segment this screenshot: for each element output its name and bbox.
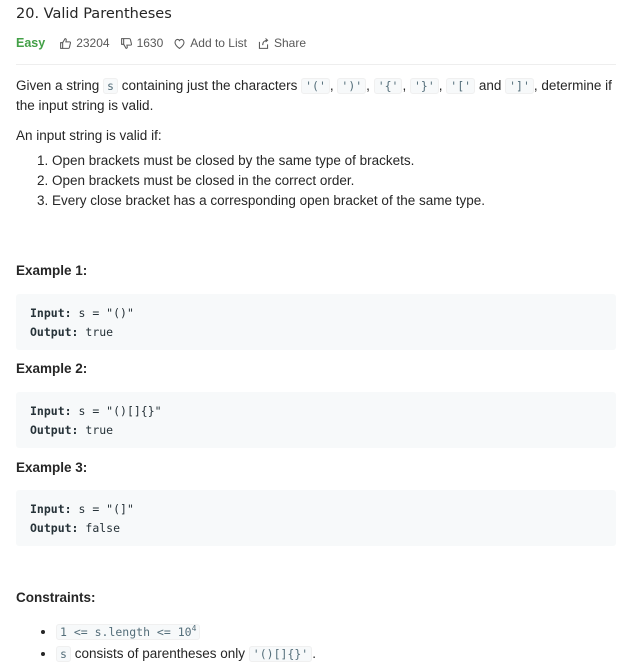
like-button[interactable]: 23204 bbox=[59, 36, 110, 50]
output-label: Output: bbox=[30, 521, 79, 535]
desc-text: and bbox=[475, 78, 506, 93]
add-to-list-button[interactable]: Add to List bbox=[173, 36, 247, 50]
input-label: Input: bbox=[30, 502, 72, 516]
output-value: true bbox=[85, 423, 114, 437]
inline-code: '()[]{}' bbox=[248, 645, 313, 662]
difficulty-badge: Easy bbox=[16, 36, 46, 50]
inline-code: '[' bbox=[446, 78, 476, 94]
inline-code: ']' bbox=[505, 78, 534, 94]
desc-text: , bbox=[366, 78, 374, 93]
header-divider bbox=[16, 64, 616, 65]
example-3-block: Input: s = "(]" Output: false bbox=[16, 490, 616, 546]
constraint-code: 1 <= s.length <= 10 bbox=[60, 624, 192, 639]
constraint-exponent: 4 bbox=[191, 624, 197, 633]
constraints-list: 1 <= s.length <= 104 s consists of paren… bbox=[16, 618, 316, 665]
share-button[interactable]: Share bbox=[257, 36, 306, 50]
rule-item: Every close bracket has a corresponding … bbox=[52, 191, 485, 211]
input-value: s = "()" bbox=[78, 306, 134, 320]
inline-code: '}' bbox=[409, 78, 439, 94]
input-label: Input: bbox=[30, 404, 72, 418]
example-2-title: Example 2: bbox=[16, 361, 88, 376]
constraint-item: 1 <= s.length <= 104 bbox=[56, 618, 316, 643]
problem-description: Given a string s containing just the cha… bbox=[16, 76, 616, 116]
inline-code: s bbox=[56, 645, 71, 662]
share-icon bbox=[258, 37, 269, 49]
inline-code: s bbox=[103, 78, 118, 94]
inline-code: 1 <= s.length <= 104 bbox=[56, 623, 201, 640]
dislike-button[interactable]: 1630 bbox=[120, 36, 164, 50]
desc-text: Given a string bbox=[16, 78, 104, 93]
example-3-title: Example 3: bbox=[16, 460, 88, 475]
input-label: Input: bbox=[30, 306, 72, 320]
heart-icon bbox=[174, 38, 185, 49]
inline-code: ')' bbox=[337, 78, 367, 94]
example-1-title: Example 1: bbox=[16, 263, 88, 278]
constraints-title: Constraints: bbox=[16, 590, 96, 605]
input-value: s = "(]" bbox=[78, 502, 134, 516]
constraint-item: s consists of parentheses only '()[]{}'. bbox=[56, 643, 316, 665]
rule-item: Open brackets must be closed by the same… bbox=[52, 151, 485, 171]
inline-code: '(' bbox=[301, 78, 330, 94]
desc-text: , bbox=[402, 78, 410, 93]
output-label: Output: bbox=[30, 325, 79, 339]
output-label: Output: bbox=[30, 423, 79, 437]
rule-item: Open brackets must be closed in the corr… bbox=[52, 171, 485, 191]
output-value: true bbox=[85, 325, 114, 339]
valid-if-text: An input string is valid if: bbox=[16, 128, 162, 143]
constraint-text: consists of parentheses only bbox=[70, 645, 249, 661]
thumbs-down-icon bbox=[120, 37, 132, 49]
thumbs-up-icon bbox=[60, 37, 72, 49]
problem-page: 20. Valid Parentheses Easy 23204 1630 Ad… bbox=[0, 0, 626, 663]
example-2-block: Input: s = "()[]{}" Output: true bbox=[16, 392, 616, 448]
like-count: 23204 bbox=[76, 36, 110, 50]
input-value: s = "()[]{}" bbox=[78, 404, 162, 418]
constraint-text: . bbox=[312, 645, 316, 661]
example-1-block: Input: s = "()" Output: true bbox=[16, 294, 616, 350]
problem-title: 20. Valid Parentheses bbox=[16, 6, 172, 22]
inline-code: '{' bbox=[373, 78, 403, 94]
rules-list: Open brackets must be closed by the same… bbox=[16, 151, 485, 211]
add-to-list-label: Add to List bbox=[190, 36, 247, 50]
dislike-count: 1630 bbox=[136, 36, 164, 50]
problem-meta-bar: Easy 23204 1630 Add to List Share bbox=[16, 36, 316, 50]
desc-text: containing just the characters bbox=[117, 78, 302, 93]
output-value: false bbox=[85, 521, 121, 535]
share-label: Share bbox=[273, 36, 307, 50]
